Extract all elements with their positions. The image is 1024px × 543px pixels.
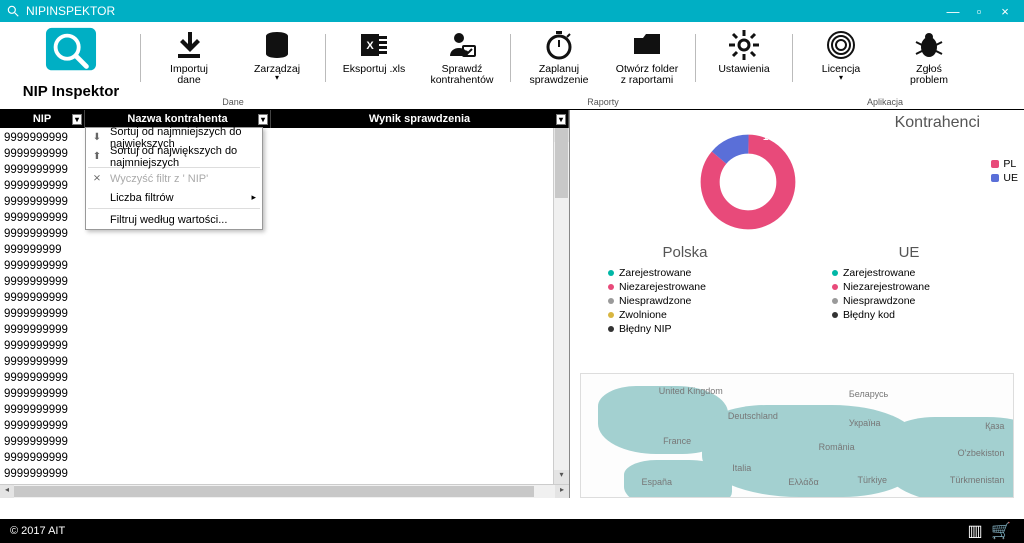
menu-clear-filter: ⨯Wyczyść filtr z ' NIP' — [86, 169, 262, 188]
brand-label: NIP Inspektor — [6, 83, 136, 100]
legend-item: UE — [991, 172, 1018, 184]
column-filter-nazwa[interactable]: ▾ — [258, 114, 268, 125]
table-row[interactable]: 9999999999 — [4, 322, 565, 338]
copyright: © 2017 AIT — [10, 525, 65, 537]
clear-filter-icon: ⨯ — [90, 173, 104, 184]
stat-item: Błędny NIP — [608, 323, 792, 335]
ribbon-importuj-dane[interactable]: Importujdane — [145, 26, 233, 86]
ribbon-group-raporty: Raporty — [587, 97, 619, 109]
import-icon — [172, 28, 206, 62]
table-row[interactable]: 9999999999 — [4, 450, 565, 466]
menu-sort-desc[interactable]: ⬆Sortuj od największych do najmniejszych — [86, 147, 262, 166]
ribbon-zarzadzaj[interactable]: Zarządzaj ▾ — [233, 26, 321, 82]
footer: © 2017 AIT ▥ 🛒 — [0, 519, 1024, 543]
column-nip[interactable]: NIP▾ — [0, 110, 85, 128]
ribbon-zaplanuj-sprawdzenie[interactable]: Zaplanujsprawdzenie — [515, 26, 603, 86]
stat-item: Zarejestrowane — [832, 267, 1016, 279]
table-row[interactable]: 9999999999 — [4, 338, 565, 354]
right-panel: Kontrahenci 85 14 PLUE Polska Zarejestro… — [570, 110, 1024, 498]
stats-section: Polska ZarejestrowaneNiezarejestrowaneNi… — [578, 244, 1016, 337]
submenu-arrow-icon: ▸ — [251, 192, 256, 203]
ribbon-eksportuj-xls[interactable]: X Eksportuj .xls — [330, 26, 418, 75]
svg-text:X: X — [366, 40, 374, 52]
grid-header: NIP▾ Nazwa kontrahenta▾ Wynik sprawdzeni… — [0, 110, 569, 128]
ribbon: NIP Inspektor Importujdane Zarządzaj ▾ D… — [0, 22, 1024, 110]
table-row[interactable]: 9999999999 — [4, 466, 565, 482]
grid-panel: NIP▾ Nazwa kontrahenta▾ Wynik sprawdzeni… — [0, 110, 570, 498]
user-check-icon — [445, 28, 479, 62]
close-button[interactable]: × — [992, 4, 1018, 19]
magnify-icon — [6, 4, 20, 18]
table-row[interactable]: 9999999999 — [4, 386, 565, 402]
stat-item: Niezarejestrowane — [832, 281, 1016, 293]
map[interactable]: United Kingdom Беларусь Deutschland Укра… — [580, 373, 1014, 498]
title-bar: NIPINSPEKTOR — ▫ × — [0, 0, 1024, 22]
donut-value-pl: 85 — [704, 219, 715, 230]
ribbon-sprawdz-kontrahentow[interactable]: Sprawdźkontrahentów — [418, 26, 506, 86]
stopwatch-icon — [542, 28, 576, 62]
stat-item: Niesprawdzone — [832, 295, 1016, 307]
table-row[interactable]: 9999999999 — [4, 290, 565, 306]
sort-asc-icon: ⬇ — [90, 132, 104, 143]
database-icon — [260, 28, 294, 62]
column-context-menu: ⬇Sortuj od najmniejszych do największych… — [85, 127, 263, 230]
ribbon-ustawienia[interactable]: Ustawienia — [700, 26, 788, 75]
gear-icon — [727, 28, 761, 62]
stat-item: Błędny kod — [832, 309, 1016, 321]
table-row[interactable]: 9999999999 — [4, 370, 565, 386]
chevron-down-icon: ▾ — [275, 73, 279, 82]
table-row[interactable]: 9999999999 — [4, 258, 565, 274]
table-row[interactable]: 9999999999 — [4, 434, 565, 450]
footer-cart-icon[interactable]: 🛒 — [988, 521, 1014, 541]
ribbon-zglos-problem[interactable]: Zgłośproblem — [885, 26, 973, 86]
sort-desc-icon: ⬆ — [90, 151, 104, 162]
ribbon-licencja[interactable]: Licencja ▾ — [797, 26, 885, 82]
table-row[interactable]: 9999999999 — [4, 418, 565, 434]
ribbon-group-aplikacja: Aplikacja — [867, 97, 903, 109]
column-filter-wynik[interactable]: ▾ — [556, 114, 566, 125]
folder-icon — [630, 28, 664, 62]
stats-ue: UE ZarejestrowaneNiezarejestrowaneNiespr… — [802, 244, 1016, 337]
brand-icon — [40, 26, 102, 78]
legend-item: PL — [991, 158, 1018, 170]
table-row[interactable]: 9999999999 — [4, 402, 565, 418]
table-row[interactable]: 9999999999 — [4, 354, 565, 370]
horizontal-scrollbar[interactable]: ◂▸ — [0, 484, 569, 498]
minimize-button[interactable]: — — [940, 4, 966, 19]
table-row[interactable]: 999999999 — [4, 242, 565, 258]
stats-polska: Polska ZarejestrowaneNiezarejestrowaneNi… — [578, 244, 792, 337]
menu-filter-by-value[interactable]: Filtruj według wartości... — [86, 210, 262, 229]
table-row[interactable]: 9999999999 — [4, 306, 565, 322]
menu-filter-count[interactable]: Liczba filtrów▸ — [86, 188, 262, 207]
fingerprint-icon — [824, 28, 858, 62]
vertical-scrollbar[interactable]: ▴▾ — [553, 128, 569, 484]
column-filter-nip[interactable]: ▾ — [72, 114, 82, 125]
stat-item: Niesprawdzone — [608, 295, 792, 307]
stat-item: Zwolnione — [608, 309, 792, 321]
chevron-down-icon: ▾ — [839, 73, 843, 82]
ribbon-group-dane: Dane — [222, 97, 244, 109]
ribbon-otworz-folder[interactable]: Otwórz folderz raportami — [603, 26, 691, 86]
window-title: NIPINSPEKTOR — [26, 4, 115, 18]
column-wynik[interactable]: Wynik sprawdzenia▾ — [271, 110, 569, 128]
bug-icon — [912, 28, 946, 62]
donut-value-ue: 14 — [763, 132, 774, 143]
excel-icon: X — [357, 28, 391, 62]
brand: NIP Inspektor — [6, 26, 136, 100]
panel-title: Kontrahenci — [578, 114, 1016, 132]
donut-chart: 85 14 — [698, 132, 798, 232]
footer-book-icon[interactable]: ▥ — [962, 521, 988, 541]
donut-legend: PL UE — [991, 158, 1018, 186]
stat-item: Niezarejestrowane — [608, 281, 792, 293]
stat-item: Zarejestrowane — [608, 267, 792, 279]
table-row[interactable]: 9999999999 — [4, 274, 565, 290]
maximize-button[interactable]: ▫ — [966, 4, 992, 19]
